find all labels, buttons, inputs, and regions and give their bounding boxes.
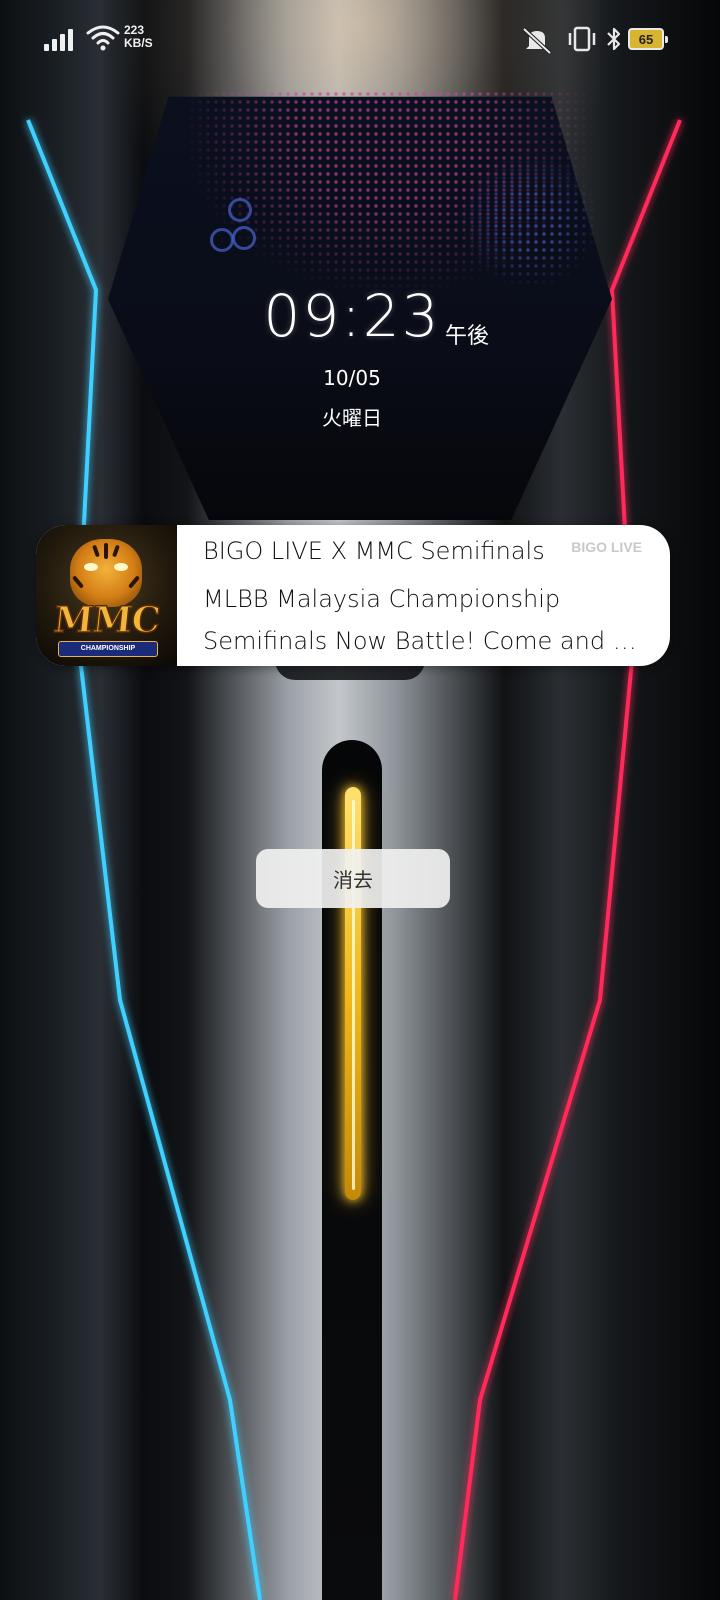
wallpaper-ring — [210, 228, 234, 252]
thumbnail-caption: CHAMPIONSHIP — [58, 641, 158, 657]
clock-time: 09:23 — [263, 282, 441, 350]
notification-text-line1: MLBB Malaysia Championship — [203, 585, 561, 613]
clock-weekday: 火曜日 — [322, 406, 382, 430]
mute-icon — [522, 27, 552, 54]
wifi-icon — [86, 25, 120, 51]
lock-screen: 223 KB/S 65 09:23 午後 10/05 火曜日 MMC CHAMP… — [0, 0, 720, 1600]
battery-level: 65 — [638, 31, 654, 47]
wallpaper-ring — [232, 226, 256, 250]
vibrate-icon — [568, 26, 596, 52]
notification-thumbnail: MMC CHAMPIONSHIP — [36, 525, 177, 666]
clock-ampm: 午後 — [445, 324, 490, 349]
bluetooth-icon — [607, 27, 621, 51]
status-bar: 223 KB/S 65 — [0, 0, 720, 80]
wallpaper-dot-map-blue — [460, 150, 600, 290]
wallpaper-ring — [228, 198, 252, 222]
thumbnail-logo-text: MMC — [51, 598, 162, 642]
network-speed: 223 KB/S — [124, 24, 153, 50]
clock-date: 10/05 — [323, 366, 381, 390]
notification-title: BIGO LIVE X MMC Semifinals — [203, 537, 545, 565]
lockscreen-clock: 09:23 — [0, 282, 720, 350]
tiger-logo-icon — [70, 539, 142, 607]
network-speed-unit: KB/S — [124, 36, 153, 50]
notification-body: BIGO LIVE BIGO LIVE X MMC Semifinals MLB… — [203, 525, 670, 666]
battery-icon: 65 — [628, 28, 668, 50]
dismiss-button[interactable]: 消去 — [256, 849, 450, 908]
signal-icon — [44, 27, 78, 51]
notification-text-line2: Semifinals Now Battle! Come and watch no… — [203, 627, 643, 655]
notification-card[interactable]: MMC CHAMPIONSHIP BIGO LIVE BIGO LIVE X M… — [36, 525, 670, 666]
